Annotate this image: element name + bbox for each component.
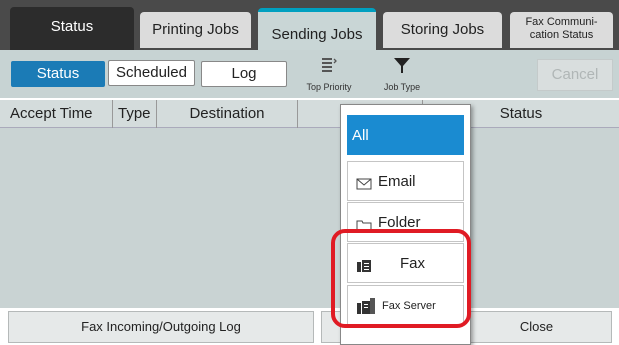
col-type[interactable]: Type — [113, 100, 157, 128]
top-priority-icon — [322, 58, 337, 72]
job-list-area — [0, 128, 619, 308]
job-type-button[interactable]: Job Type — [374, 56, 430, 92]
tab-printing-jobs[interactable]: Printing Jobs — [140, 12, 251, 48]
fax-options-highlight — [331, 229, 471, 328]
status-subtab-button[interactable]: Status — [11, 61, 105, 87]
envelope-icon — [356, 178, 372, 190]
job-type-label: Job Type — [383, 82, 421, 92]
col-destination[interactable]: Destination — [157, 100, 298, 128]
filter-icon — [394, 58, 410, 73]
tab-status[interactable]: Status — [10, 7, 134, 50]
cancel-button[interactable]: Cancel — [537, 59, 613, 91]
dropdown-item-email-label: Email — [378, 173, 416, 190]
tab-sending-jobs[interactable]: Sending Jobs — [258, 8, 376, 50]
fax-incoming-outgoing-log-button[interactable]: Fax Incoming/Outgoing Log — [8, 311, 314, 343]
top-priority-button[interactable]: Top Priority — [300, 56, 358, 92]
tab-storing-jobs[interactable]: Storing Jobs — [383, 12, 502, 48]
top-tab-bar: Status Printing Jobs Sending Jobs Storin… — [0, 0, 619, 50]
tab-fax-comm-line2: cation Status — [529, 29, 594, 41]
sub-toolbar: Status Scheduled Log Top Priority Job Ty… — [0, 50, 619, 98]
dropdown-item-all[interactable]: All — [347, 115, 464, 155]
tab-fax-communication-status[interactable]: Fax Communi- cation Status — [510, 12, 613, 48]
log-subtab-button[interactable]: Log — [201, 61, 287, 87]
top-priority-label: Top Priority — [306, 82, 352, 92]
scheduled-subtab-button[interactable]: Scheduled — [108, 60, 195, 86]
dropdown-item-email[interactable]: Email — [347, 161, 464, 201]
tab-fax-comm-line1: Fax Communi- — [525, 16, 598, 28]
job-list-header: Accept Time Type Destination Status — [0, 100, 619, 128]
col-accept-time[interactable]: Accept Time — [0, 100, 113, 128]
